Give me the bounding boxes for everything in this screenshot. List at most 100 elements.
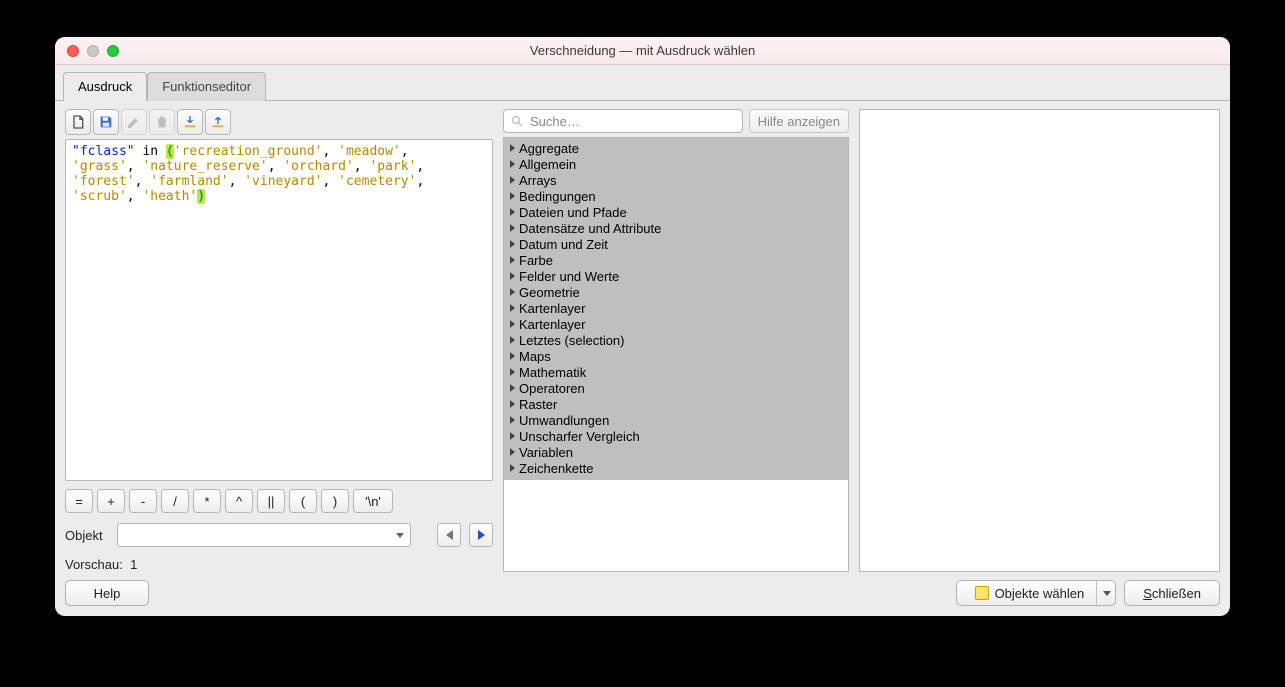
disclosure-triangle-icon: [510, 336, 515, 344]
export-button[interactable]: [205, 109, 231, 135]
zoom-window-button[interactable]: [107, 45, 119, 57]
operator-button[interactable]: ): [321, 489, 349, 513]
import-button[interactable]: [177, 109, 203, 135]
tree-group-label: Dateien und Pfade: [519, 205, 627, 220]
disclosure-triangle-icon: [510, 432, 515, 440]
disclosure-triangle-icon: [510, 352, 515, 360]
triangle-right-icon: [478, 530, 485, 540]
tree-group-label: Felder und Werte: [519, 269, 619, 284]
disclosure-triangle-icon: [510, 272, 515, 280]
tree-group-label: Farbe: [519, 253, 553, 268]
disclosure-triangle-icon: [510, 144, 515, 152]
dropdown-caret-icon[interactable]: [1096, 581, 1111, 605]
save-button[interactable]: [93, 109, 119, 135]
tree-group-label: Operatoren: [519, 381, 585, 396]
minimize-window-button[interactable]: [87, 45, 99, 57]
tree-group[interactable]: Dateien und Pfade: [504, 204, 848, 220]
tree-group-label: Datensätze und Attribute: [519, 221, 661, 236]
object-label: Objekt: [65, 528, 109, 543]
operator-button[interactable]: '\n': [353, 489, 393, 513]
tree-group[interactable]: Operatoren: [504, 380, 848, 396]
dialog-footer: Help Objekte wählen Schließen: [55, 576, 1230, 616]
tree-group[interactable]: Datum und Zeit: [504, 236, 848, 252]
tree-group[interactable]: Variablen: [504, 444, 848, 460]
tree-group[interactable]: Letztes (selection): [504, 332, 848, 348]
disclosure-triangle-icon: [510, 416, 515, 424]
tab-function-editor[interactable]: Funktionseditor: [147, 72, 266, 101]
tree-group[interactable]: Felder und Werte: [504, 268, 848, 284]
prev-object-button[interactable]: [437, 523, 461, 547]
operator-button[interactable]: ||: [257, 489, 285, 513]
preview-label: Vorschau:: [65, 557, 123, 572]
window-title: Verschneidung — mit Ausdruck wählen: [55, 43, 1230, 58]
delete-button: [149, 109, 175, 135]
select-objects-button[interactable]: Objekte wählen: [956, 580, 1117, 606]
tree-group-label: Maps: [519, 349, 551, 364]
close-window-button[interactable]: [67, 45, 79, 57]
tree-group-label: Allgemein: [519, 157, 576, 172]
tree-group[interactable]: Aggregate: [504, 140, 848, 156]
search-placeholder: Suche…: [530, 114, 580, 129]
expression-editor[interactable]: "fclass" in ('recreation_ground', 'meado…: [65, 139, 493, 481]
disclosure-triangle-icon: [510, 400, 515, 408]
file-icon: [70, 114, 86, 130]
upload-icon: [210, 114, 226, 130]
tree-group-label: Geometrie: [519, 285, 580, 300]
tree-group-label: Aggregate: [519, 141, 579, 156]
operator-button[interactable]: *: [193, 489, 221, 513]
tree-group[interactable]: Bedingungen: [504, 188, 848, 204]
search-input[interactable]: Suche…: [503, 109, 743, 133]
disclosure-triangle-icon: [510, 304, 515, 312]
tree-group-label: Raster: [519, 397, 557, 412]
disclosure-triangle-icon: [510, 208, 515, 216]
tree-group[interactable]: Kartenlayer: [504, 300, 848, 316]
search-icon: [510, 114, 524, 128]
tree-group[interactable]: Datensätze und Attribute: [504, 220, 848, 236]
operator-button[interactable]: -: [129, 489, 157, 513]
operator-button[interactable]: ^: [225, 489, 253, 513]
new-file-button[interactable]: [65, 109, 91, 135]
show-help-button[interactable]: Hilfe anzeigen: [749, 109, 849, 133]
tree-group-label: Zeichenkette: [519, 461, 593, 476]
edit-button: [121, 109, 147, 135]
help-box: [859, 109, 1220, 572]
tree-group[interactable]: Mathematik: [504, 364, 848, 380]
operator-button[interactable]: =: [65, 489, 93, 513]
tree-group[interactable]: Raster: [504, 396, 848, 412]
next-object-button[interactable]: [469, 523, 493, 547]
disclosure-triangle-icon: [510, 448, 515, 456]
tree-group-label: Bedingungen: [519, 189, 596, 204]
trash-icon: [154, 114, 170, 130]
tree-group[interactable]: Arrays: [504, 172, 848, 188]
operator-button[interactable]: /: [161, 489, 189, 513]
tree-group-label: Variablen: [519, 445, 573, 460]
tree-group-label: Letztes (selection): [519, 333, 625, 348]
operator-row: =+-/*^||()'\n': [65, 489, 493, 513]
tree-group[interactable]: Kartenlayer: [504, 316, 848, 332]
preview-row: Vorschau: 1: [65, 557, 493, 572]
disclosure-triangle-icon: [510, 256, 515, 264]
tab-expression[interactable]: Ausdruck: [63, 72, 147, 101]
object-row: Objekt: [65, 523, 493, 547]
disclosure-triangle-icon: [510, 160, 515, 168]
tab-content: "fclass" in ('recreation_ground', 'meado…: [55, 100, 1230, 616]
window-controls: [55, 45, 119, 57]
disclosure-triangle-icon: [510, 320, 515, 328]
tree-group[interactable]: Farbe: [504, 252, 848, 268]
tree-group-label: Arrays: [519, 173, 557, 188]
tree-group[interactable]: Umwandlungen: [504, 412, 848, 428]
help-button[interactable]: Help: [65, 580, 149, 606]
select-icon: [975, 586, 989, 600]
function-tree[interactable]: AggregateAllgemeinArraysBedingungenDatei…: [503, 137, 849, 572]
tree-group[interactable]: Zeichenkette: [504, 460, 848, 476]
object-combo[interactable]: [117, 523, 411, 547]
tree-group[interactable]: Maps: [504, 348, 848, 364]
operator-button[interactable]: (: [289, 489, 317, 513]
preview-value: 1: [130, 557, 137, 572]
disclosure-triangle-icon: [510, 464, 515, 472]
close-button[interactable]: Schließen: [1124, 580, 1220, 606]
operator-button[interactable]: +: [97, 489, 125, 513]
tree-group[interactable]: Allgemein: [504, 156, 848, 172]
tree-group[interactable]: Unscharfer Vergleich: [504, 428, 848, 444]
tree-group[interactable]: Geometrie: [504, 284, 848, 300]
